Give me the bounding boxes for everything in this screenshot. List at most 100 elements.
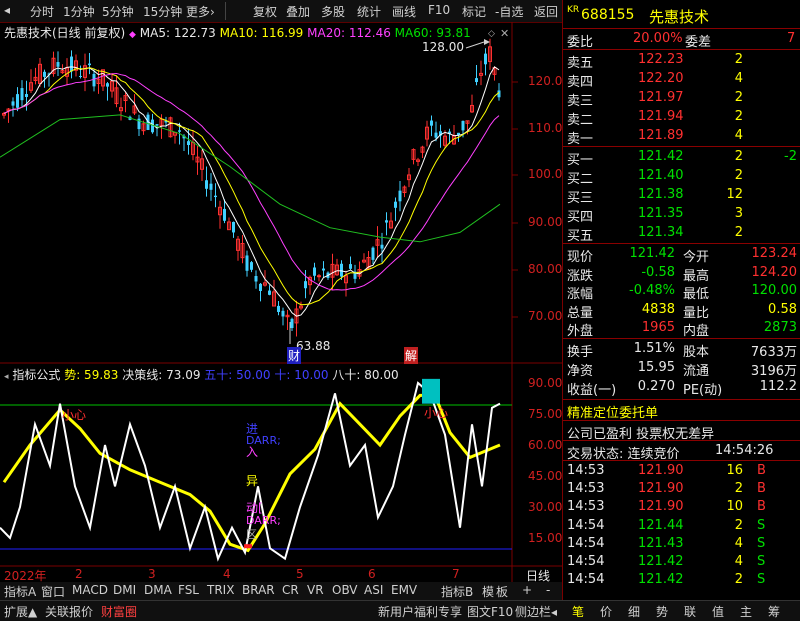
tab-shi[interactable]: 势: [656, 603, 668, 620]
scroll-left-icon[interactable]: ◂: [4, 3, 10, 17]
button-huaxian[interactable]: 画线: [392, 3, 416, 20]
expand-button[interactable]: 扩展▲: [4, 603, 37, 620]
button-diejia[interactable]: 叠加: [286, 3, 310, 20]
quote-value: -0.48%: [629, 283, 675, 298]
indicator-tabs: 指标A 窗口 MACD DMI DMA FSL TRIX BRAR CR VR …: [0, 582, 562, 600]
button-biaoji[interactable]: 标记: [462, 3, 486, 20]
candle-body: [155, 124, 159, 126]
buy-row[interactable]: 买二 121.40 2: [563, 168, 800, 187]
tab-trix[interactable]: TRIX: [207, 583, 234, 597]
button-f10[interactable]: F10: [428, 3, 450, 17]
tab-obv[interactable]: OBV: [332, 583, 358, 597]
buy-level-label: 买一: [567, 153, 594, 168]
candle-body: [322, 268, 325, 271]
buy-row[interactable]: 买五 121.34 2: [563, 225, 800, 244]
weibi-value: 20.00%: [633, 31, 683, 46]
sidebar-toggle[interactable]: 侧边栏◂: [515, 603, 557, 620]
sell-row[interactable]: 卖五 122.23 2: [563, 52, 800, 71]
y-tick: 100.0: [528, 167, 563, 181]
collapse-icon[interactable]: ✕: [500, 27, 509, 40]
indicator-header: ◂ 指标公式 势: 59.83 决策线: 73.09 五十: 50.00 十: …: [4, 366, 399, 383]
tab-ban[interactable]: 板: [496, 583, 508, 600]
ma60-label: MA60: 93.81: [394, 26, 471, 40]
f10-button[interactable]: 图文F10: [467, 603, 513, 620]
trade-row: 14:54 121.44 2 S: [563, 518, 800, 536]
marker-jie[interactable]: 解: [404, 347, 419, 364]
new-user-benefit-link[interactable]: 新用户福利专享: [378, 603, 462, 620]
tab-15min[interactable]: 15分钟: [143, 3, 182, 20]
tab-vr[interactable]: VR: [307, 583, 324, 597]
tab-emv[interactable]: EMV: [391, 583, 417, 597]
trade-volume: 2: [734, 572, 743, 588]
tab-indicator-b[interactable]: 指标B: [441, 583, 473, 600]
related-quote-button[interactable]: 关联报价: [45, 603, 93, 620]
tab-bi[interactable]: 笔: [572, 603, 584, 620]
tab-brar[interactable]: BRAR: [242, 583, 275, 597]
date-axis: 2022年 2 3 4 5 6 7 日线: [0, 566, 562, 583]
divider: [225, 2, 226, 20]
buy-signal-mark: [244, 544, 252, 549]
remove-tab-button[interactable]: -: [546, 583, 550, 597]
buy-volume: 2: [734, 168, 743, 183]
info-line-1[interactable]: 精准定位委托单: [567, 402, 658, 421]
kline-chart[interactable]: [0, 22, 562, 582]
tab-fsl[interactable]: FSL: [178, 583, 199, 597]
tab-zhu[interactable]: 主: [740, 603, 752, 620]
buy-row[interactable]: 买一 121.42 2 -2: [563, 149, 800, 168]
ma10-label: MA10: 116.99: [219, 26, 304, 40]
button-back[interactable]: 返回: [534, 3, 558, 20]
tab-fenshi[interactable]: 分时: [30, 3, 54, 20]
wealth-circle-button[interactable]: 财富圈: [101, 603, 137, 620]
buy-price: 121.40: [638, 168, 684, 183]
candle-body: [56, 62, 60, 67]
tab-cr[interactable]: CR: [282, 583, 299, 597]
quote-label: 流通: [683, 364, 710, 379]
tab-macd[interactable]: MACD: [72, 583, 108, 597]
sell-row[interactable]: 卖二 121.94 2: [563, 109, 800, 128]
tab-1min[interactable]: 1分钟: [63, 3, 95, 20]
trade-row: 14:53 121.90 16 B: [563, 463, 800, 481]
trade-row: 14:54 121.43 4 S: [563, 536, 800, 554]
tab-window[interactable]: 窗口: [41, 583, 65, 600]
quote-label: 内盘: [683, 324, 710, 339]
sell-row[interactable]: 卖四 122.20 4: [563, 71, 800, 90]
tab-dmi[interactable]: DMI: [113, 583, 136, 597]
tab-chou[interactable]: 筹: [768, 603, 780, 620]
indicator-menu-icon[interactable]: ◂: [4, 372, 9, 382]
tab-lian[interactable]: 联: [684, 603, 696, 620]
quote-value: 120.00: [751, 283, 798, 298]
tab-asi[interactable]: ASI: [364, 583, 383, 597]
candle-body: [259, 283, 262, 291]
low-price-label: 63.88: [296, 339, 331, 353]
sell-row[interactable]: 卖一 121.89 4: [563, 128, 800, 147]
indicator-name[interactable]: 指标公式: [12, 368, 60, 382]
diamond-icon[interactable]: ◇: [488, 29, 495, 39]
trade-row: 14:53 121.90 2 B: [563, 481, 800, 499]
buy-row[interactable]: 买四 121.35 3: [563, 206, 800, 225]
tab-mo[interactable]: 模: [482, 583, 494, 600]
candle-body: [178, 130, 181, 132]
button-tongji[interactable]: 统计: [357, 3, 381, 20]
quote-label: 外盘: [567, 324, 594, 339]
buy-level-label: 买四: [567, 210, 594, 225]
add-tab-button[interactable]: +: [522, 583, 532, 597]
candle-body: [304, 281, 307, 289]
sell-row[interactable]: 卖三 121.97 2: [563, 90, 800, 109]
tab-zhi[interactable]: 值: [712, 603, 724, 620]
trade-time: 14:53: [567, 481, 605, 497]
marker-cai[interactable]: 财: [287, 347, 302, 364]
quote-label: 涨幅: [567, 287, 594, 302]
buy-row[interactable]: 买三 121.38 12: [563, 187, 800, 206]
button-fuquan[interactable]: 复权: [253, 3, 277, 20]
weibi-row: 委比 20.00% 委差 7: [563, 31, 800, 50]
button-zixuan[interactable]: -自选: [495, 3, 523, 20]
tab-5min[interactable]: 5分钟: [102, 3, 134, 20]
sell-level-label: 卖五: [567, 56, 594, 71]
tab-more[interactable]: 更多›: [186, 3, 215, 20]
button-duogu[interactable]: 多股: [321, 3, 345, 20]
info-line[interactable]: 精准定位委托单: [563, 402, 800, 421]
tab-indicator-a[interactable]: 指标A: [4, 583, 36, 600]
tab-jia[interactable]: 价: [600, 603, 612, 620]
tab-dma[interactable]: DMA: [144, 583, 172, 597]
tab-xi[interactable]: 细: [628, 603, 640, 620]
